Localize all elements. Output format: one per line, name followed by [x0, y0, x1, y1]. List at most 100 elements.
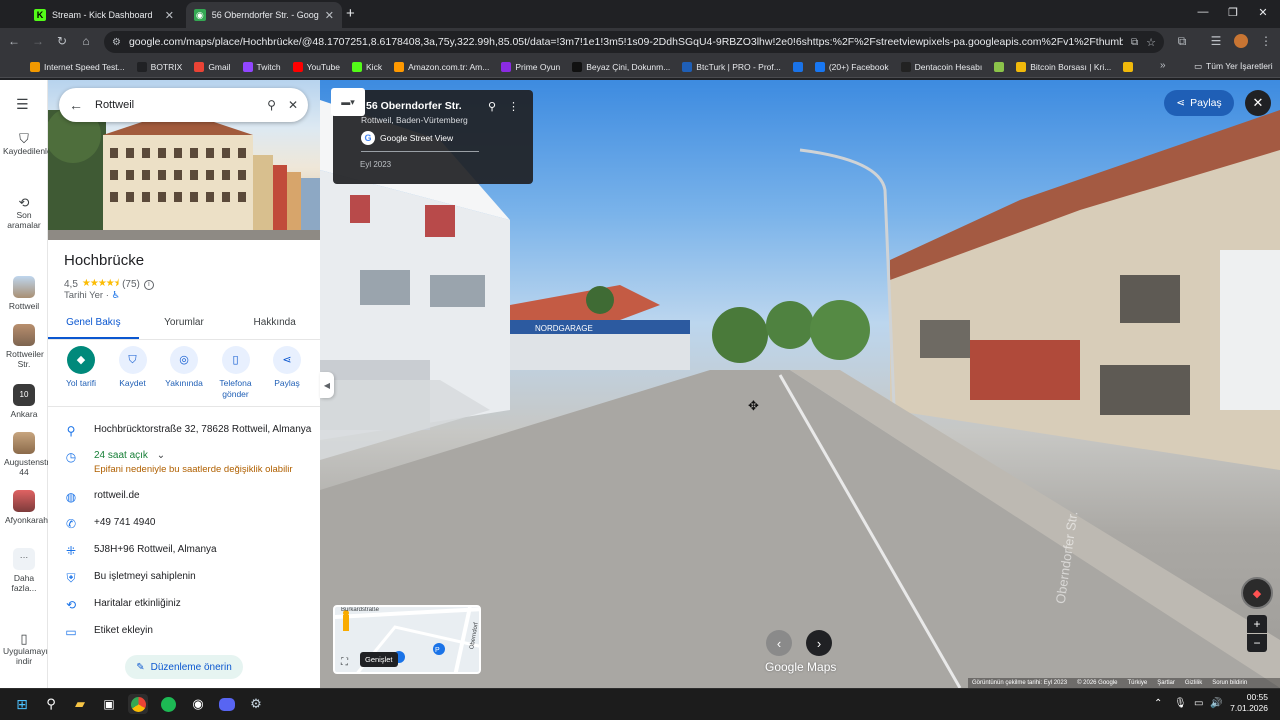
maps-activity-row[interactable]: ⟲ Haritalar etkinliğiniz — [64, 598, 314, 612]
compass-icon[interactable]: ◆ — [1241, 577, 1273, 609]
site-info-icon[interactable]: ⚙ — [112, 37, 121, 48]
rail-item-augustenstrasse[interactable]: Augustenstraße 44 — [0, 432, 64, 477]
close-street-view-button[interactable]: ✕ — [1245, 90, 1271, 116]
bookmark-item[interactable]: Beyaz Çini, Dokunm... — [572, 61, 670, 72]
forward-icon[interactable]: → — [30, 34, 46, 48]
send-to-phone-button[interactable]: ▯ Telefona gönder — [211, 346, 261, 400]
footer-privacy[interactable]: Gizlilik — [1185, 680, 1202, 686]
browser-tab-maps[interactable]: ◉ 56 Oberndorfer Str. - Google H ✕ — [186, 2, 342, 28]
add-label-row[interactable]: ▭ Etiket ekleyin — [64, 625, 314, 639]
tab-overview[interactable]: Genel Bakış — [48, 310, 139, 339]
media-icon[interactable]: ☰ — [1208, 34, 1224, 48]
search-input[interactable]: Rottweil — [95, 99, 255, 111]
search-box[interactable]: ← Rottweil ⚲ ✕ — [59, 88, 308, 122]
bookmark-item[interactable] — [994, 61, 1005, 72]
info-icon[interactable]: i — [143, 279, 154, 290]
close-tab-icon[interactable]: ✕ — [325, 9, 334, 22]
bookmark-item[interactable]: Dentacoin Hesabı — [900, 61, 982, 72]
tray-overflow-icon[interactable]: ⌃ — [1154, 698, 1162, 709]
chevron-down-icon[interactable]: ⌄ — [157, 450, 165, 461]
directions-button[interactable]: ◆ Yol tarifi — [56, 346, 106, 400]
hours-row[interactable]: ◷ 24 saat açık ⌄ Epifani nedeniyle bu sa… — [64, 450, 314, 475]
footer-terms[interactable]: Şartlar — [1157, 680, 1175, 686]
bookmark-item[interactable]: (20+) Facebook — [814, 61, 889, 72]
bookmark-item[interactable]: BtcTurk | PRO - Prof... — [682, 61, 781, 72]
new-tab-icon[interactable]: + — [346, 5, 355, 22]
bookmark-item[interactable]: BOTRIX — [136, 61, 182, 72]
street-view-share-button[interactable]: ⋖ Paylaş — [1164, 90, 1234, 116]
pin-icon[interactable]: ⚲ — [488, 100, 496, 113]
back-icon[interactable]: ← — [6, 34, 22, 48]
review-count[interactable]: (75) — [122, 279, 140, 290]
file-explorer-icon[interactable]: ▰ — [70, 694, 90, 714]
search-icon[interactable]: ⚲ — [267, 98, 276, 112]
bookmarks-overflow-icon[interactable]: » — [1160, 60, 1166, 71]
url-text[interactable]: google.com/maps/place/Hochbrücke/@48.170… — [129, 36, 1123, 48]
maximize-window-icon[interactable]: ❐ — [1218, 6, 1248, 19]
back-arrow-icon[interactable]: ← — [69, 97, 83, 113]
system-clock[interactable]: 00:55 7.01.2026 — [1224, 692, 1268, 714]
browser-tab-kick[interactable]: K Stream - Kick Dashboard ✕ — [26, 2, 182, 28]
rail-more[interactable]: ··· Daha fazla... — [0, 548, 48, 593]
bookmark-item[interactable]: Amazon.com.tr: Am... — [394, 61, 489, 72]
rail-item-ankara[interactable]: 10 Ankara — [0, 384, 48, 419]
bookmark-item[interactable]: Kick — [352, 61, 382, 72]
microphone-icon[interactable]: 🎙 — [1174, 698, 1187, 709]
extensions-icon[interactable]: ⧉ — [1174, 34, 1190, 49]
close-tab-icon[interactable]: ✕ — [165, 9, 174, 22]
browser-menu-icon[interactable]: ⋮ — [1258, 34, 1274, 48]
bookmark-item[interactable]: Twitch — [242, 61, 281, 72]
previous-photo-button[interactable]: ‹ — [766, 630, 792, 656]
address-row[interactable]: ⚲ Hochbrücktorstraße 32, 78628 Rottweil,… — [64, 424, 314, 438]
expand-icon[interactable]: ⛶ — [341, 657, 348, 668]
spotify-icon[interactable] — [158, 694, 178, 714]
rail-recents[interactable]: ⟲ Son aramalar — [0, 196, 48, 230]
store-icon[interactable]: ▣ — [99, 694, 119, 714]
search-icon[interactable]: ⚲ — [41, 694, 61, 714]
close-window-icon[interactable]: ✕ — [1248, 6, 1278, 19]
share-button[interactable]: ⋖ Paylaş — [262, 346, 312, 400]
bookmark-item[interactable]: Prime Oyun — [501, 61, 560, 72]
network-icon[interactable]: ▭ — [1194, 698, 1203, 709]
minimize-window-icon[interactable]: — — [1188, 6, 1218, 18]
nearby-button[interactable]: ◎ Yakınında — [159, 346, 209, 400]
menu-icon[interactable]: ☰ — [16, 96, 29, 113]
steam-icon[interactable]: ⚙ — [246, 694, 266, 714]
windows-start-icon[interactable]: ⊞ — [12, 694, 32, 714]
footer-report[interactable]: Sorun bildirin — [1212, 680, 1247, 686]
bookmark-item[interactable] — [792, 61, 803, 72]
claim-business-row[interactable]: ⛨ Bu işletmeyi sahiplenin — [64, 571, 314, 586]
all-bookmarks-link[interactable]: ▭ Tüm Yer İşaretleri — [1194, 61, 1273, 72]
collapse-panel-button[interactable]: ◀ — [320, 372, 334, 398]
footer-region[interactable]: Türkiye — [1128, 680, 1148, 686]
phone-row[interactable]: ✆ +49 741 4940 — [64, 517, 314, 531]
profile-avatar[interactable] — [1234, 34, 1248, 48]
rail-item-rottweiler-str[interactable]: Rottweiler Str. — [0, 324, 48, 369]
chrome-icon[interactable] — [128, 694, 148, 714]
omnibox[interactable]: ⚙ google.com/maps/place/Hochbrücke/@48.1… — [104, 31, 1164, 53]
save-button[interactable]: ⛉ Kaydet — [108, 346, 158, 400]
next-photo-button[interactable]: › — [806, 630, 832, 656]
website-row[interactable]: ◍ rottweil.de — [64, 490, 314, 504]
bookmark-item[interactable]: YouTube — [292, 61, 340, 72]
minimap[interactable]: P Burkardstraße Oberndorf ⛶ — [333, 605, 481, 674]
volume-icon[interactable]: 🔊 — [1210, 698, 1222, 709]
rail-saved[interactable]: ⛉ Kaydedilenler — [0, 132, 55, 156]
bookmark-item[interactable]: Bitcoin Borsası | Kri... — [1016, 61, 1111, 72]
rail-item-rottweil[interactable]: Rottweil — [0, 276, 48, 311]
rail-item-afyonkarahisar[interactable]: Afyonkarahisar... — [0, 490, 68, 525]
cast-icon[interactable]: ⧉ — [1131, 37, 1138, 48]
zoom-in-button[interactable]: + — [1247, 615, 1267, 633]
obs-icon[interactable]: ◉ — [188, 694, 208, 714]
more-options-icon[interactable]: ⋮ — [508, 100, 519, 113]
zoom-out-button[interactable]: − — [1247, 634, 1267, 652]
discord-icon[interactable] — [217, 694, 237, 714]
bookmark-item[interactable]: Gmail — [194, 61, 231, 72]
bookmark-item[interactable]: Internet Speed Test... — [30, 61, 125, 72]
plus-code-row[interactable]: ⁜ 5J8H+96 Rottweil, Almanya — [64, 544, 314, 558]
tab-reviews[interactable]: Yorumlar — [139, 310, 230, 339]
home-icon[interactable]: ⌂ — [78, 34, 94, 48]
tab-about[interactable]: Hakkında — [229, 310, 320, 339]
clear-search-icon[interactable]: ✕ — [288, 98, 298, 112]
reload-icon[interactable]: ↻ — [54, 34, 70, 48]
